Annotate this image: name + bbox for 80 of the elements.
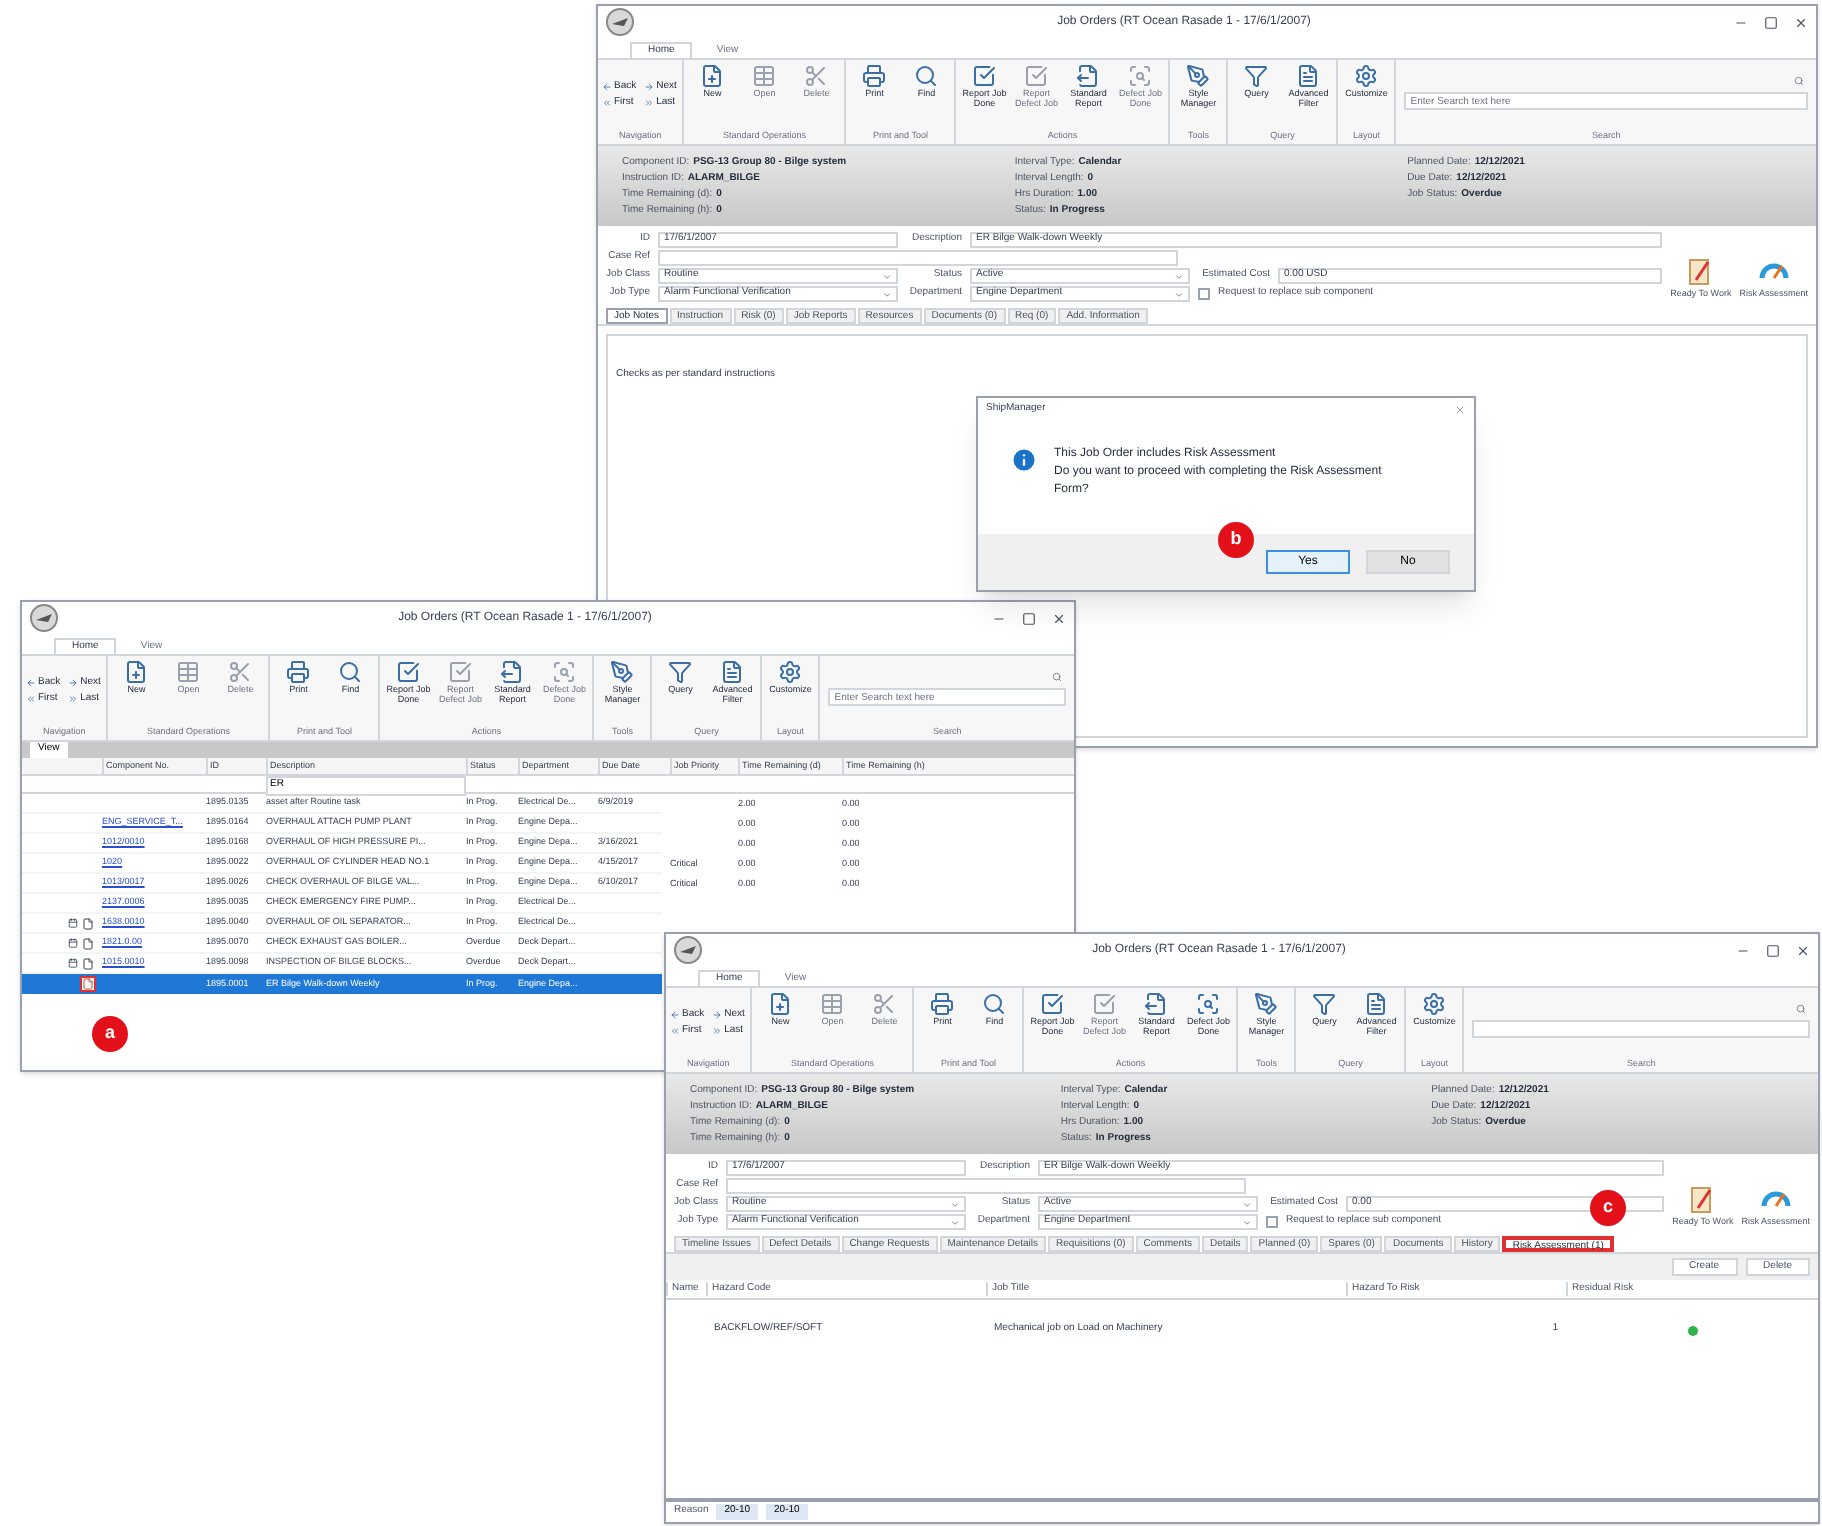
- scan-icon: [552, 660, 577, 684]
- filter-icon: [1312, 992, 1337, 1016]
- printer-icon: [286, 660, 311, 684]
- search-icon: [1796, 1003, 1806, 1014]
- checkbox-icon: [448, 660, 473, 684]
- search-icon: [914, 64, 939, 88]
- report-icon: [1076, 64, 1101, 88]
- filter-icon: [668, 660, 693, 684]
- checkbox-icon: [1040, 992, 1065, 1016]
- scissors-icon: [872, 992, 897, 1016]
- input-field[interactable]: [726, 1178, 1246, 1194]
- document-icon[interactable]: [82, 917, 94, 929]
- scan-icon: [1128, 64, 1153, 88]
- forward-arrow-icon: [68, 678, 79, 689]
- search-icon: [1052, 671, 1062, 682]
- table-icon: [752, 64, 777, 88]
- new-document-icon: [768, 992, 793, 1016]
- input-field[interactable]: [658, 250, 1178, 266]
- scissors-icon: [804, 64, 829, 88]
- maximize-icon[interactable]: [1022, 611, 1036, 625]
- close-icon[interactable]: [1052, 611, 1066, 625]
- scan-icon: [1196, 992, 1221, 1016]
- forward-arrow-icon: [644, 82, 655, 93]
- double-chevron-right-icon: [712, 1025, 723, 1036]
- maximize-icon[interactable]: [1764, 15, 1778, 29]
- checkbox-icon: [1092, 992, 1117, 1016]
- calendar-icon: [68, 957, 78, 967]
- printer-icon: [930, 992, 955, 1016]
- document-icon[interactable]: [82, 937, 94, 949]
- app-logo-icon: [30, 604, 58, 632]
- report-icon: [500, 660, 525, 684]
- double-chevron-left-icon: [602, 97, 612, 108]
- app-logo-icon: [606, 8, 634, 36]
- document-icon: [1364, 992, 1389, 1016]
- pen-icon: [610, 660, 635, 684]
- search-field[interactable]: [1472, 1020, 1810, 1039]
- table-icon: [820, 992, 845, 1016]
- checkbox-icon: [1024, 64, 1049, 88]
- calendar-icon: [68, 917, 78, 927]
- search-icon: [338, 660, 363, 684]
- checkbox[interactable]: [1198, 288, 1210, 300]
- settings-icon: [778, 660, 803, 684]
- clipboard-pen-icon: [1688, 1184, 1717, 1217]
- search-icon: [982, 992, 1007, 1016]
- document-icon: [1296, 64, 1321, 88]
- pen-icon: [1186, 64, 1211, 88]
- back-arrow-icon: [670, 1010, 680, 1021]
- clipboard-pen-icon: [1686, 256, 1715, 289]
- back-arrow-icon: [26, 678, 36, 689]
- checkbox-icon: [396, 660, 421, 684]
- close-icon[interactable]: [1794, 15, 1808, 29]
- forward-arrow-icon: [712, 1010, 723, 1021]
- report-icon: [1144, 992, 1169, 1016]
- checkbox-icon: [972, 64, 997, 88]
- double-chevron-right-icon: [644, 97, 655, 108]
- double-chevron-left-icon: [670, 1025, 680, 1036]
- checkbox[interactable]: [1266, 1216, 1278, 1228]
- scissors-icon: [228, 660, 253, 684]
- settings-icon: [1422, 992, 1447, 1016]
- app-logo-icon: [674, 936, 702, 964]
- printer-icon: [862, 64, 887, 88]
- pen-icon: [1254, 992, 1279, 1016]
- table-icon: [176, 660, 201, 684]
- info-icon: [1010, 446, 1038, 474]
- search-icon: [1794, 75, 1804, 86]
- double-chevron-left-icon: [26, 693, 36, 704]
- annotation-badge: a: [92, 1016, 128, 1052]
- annotation-badge: b: [1218, 522, 1254, 558]
- close-icon[interactable]: [1796, 943, 1810, 957]
- document-icon[interactable]: [82, 978, 94, 990]
- calendar-icon: [68, 937, 78, 947]
- maximize-icon[interactable]: [1766, 943, 1780, 957]
- filter-icon: [1244, 64, 1269, 88]
- settings-icon: [1354, 64, 1379, 88]
- new-document-icon: [700, 64, 725, 88]
- new-document-icon: [124, 660, 149, 684]
- document-icon: [720, 660, 745, 684]
- back-arrow-icon: [602, 82, 612, 93]
- double-chevron-right-icon: [68, 693, 79, 704]
- document-icon[interactable]: [82, 957, 94, 969]
